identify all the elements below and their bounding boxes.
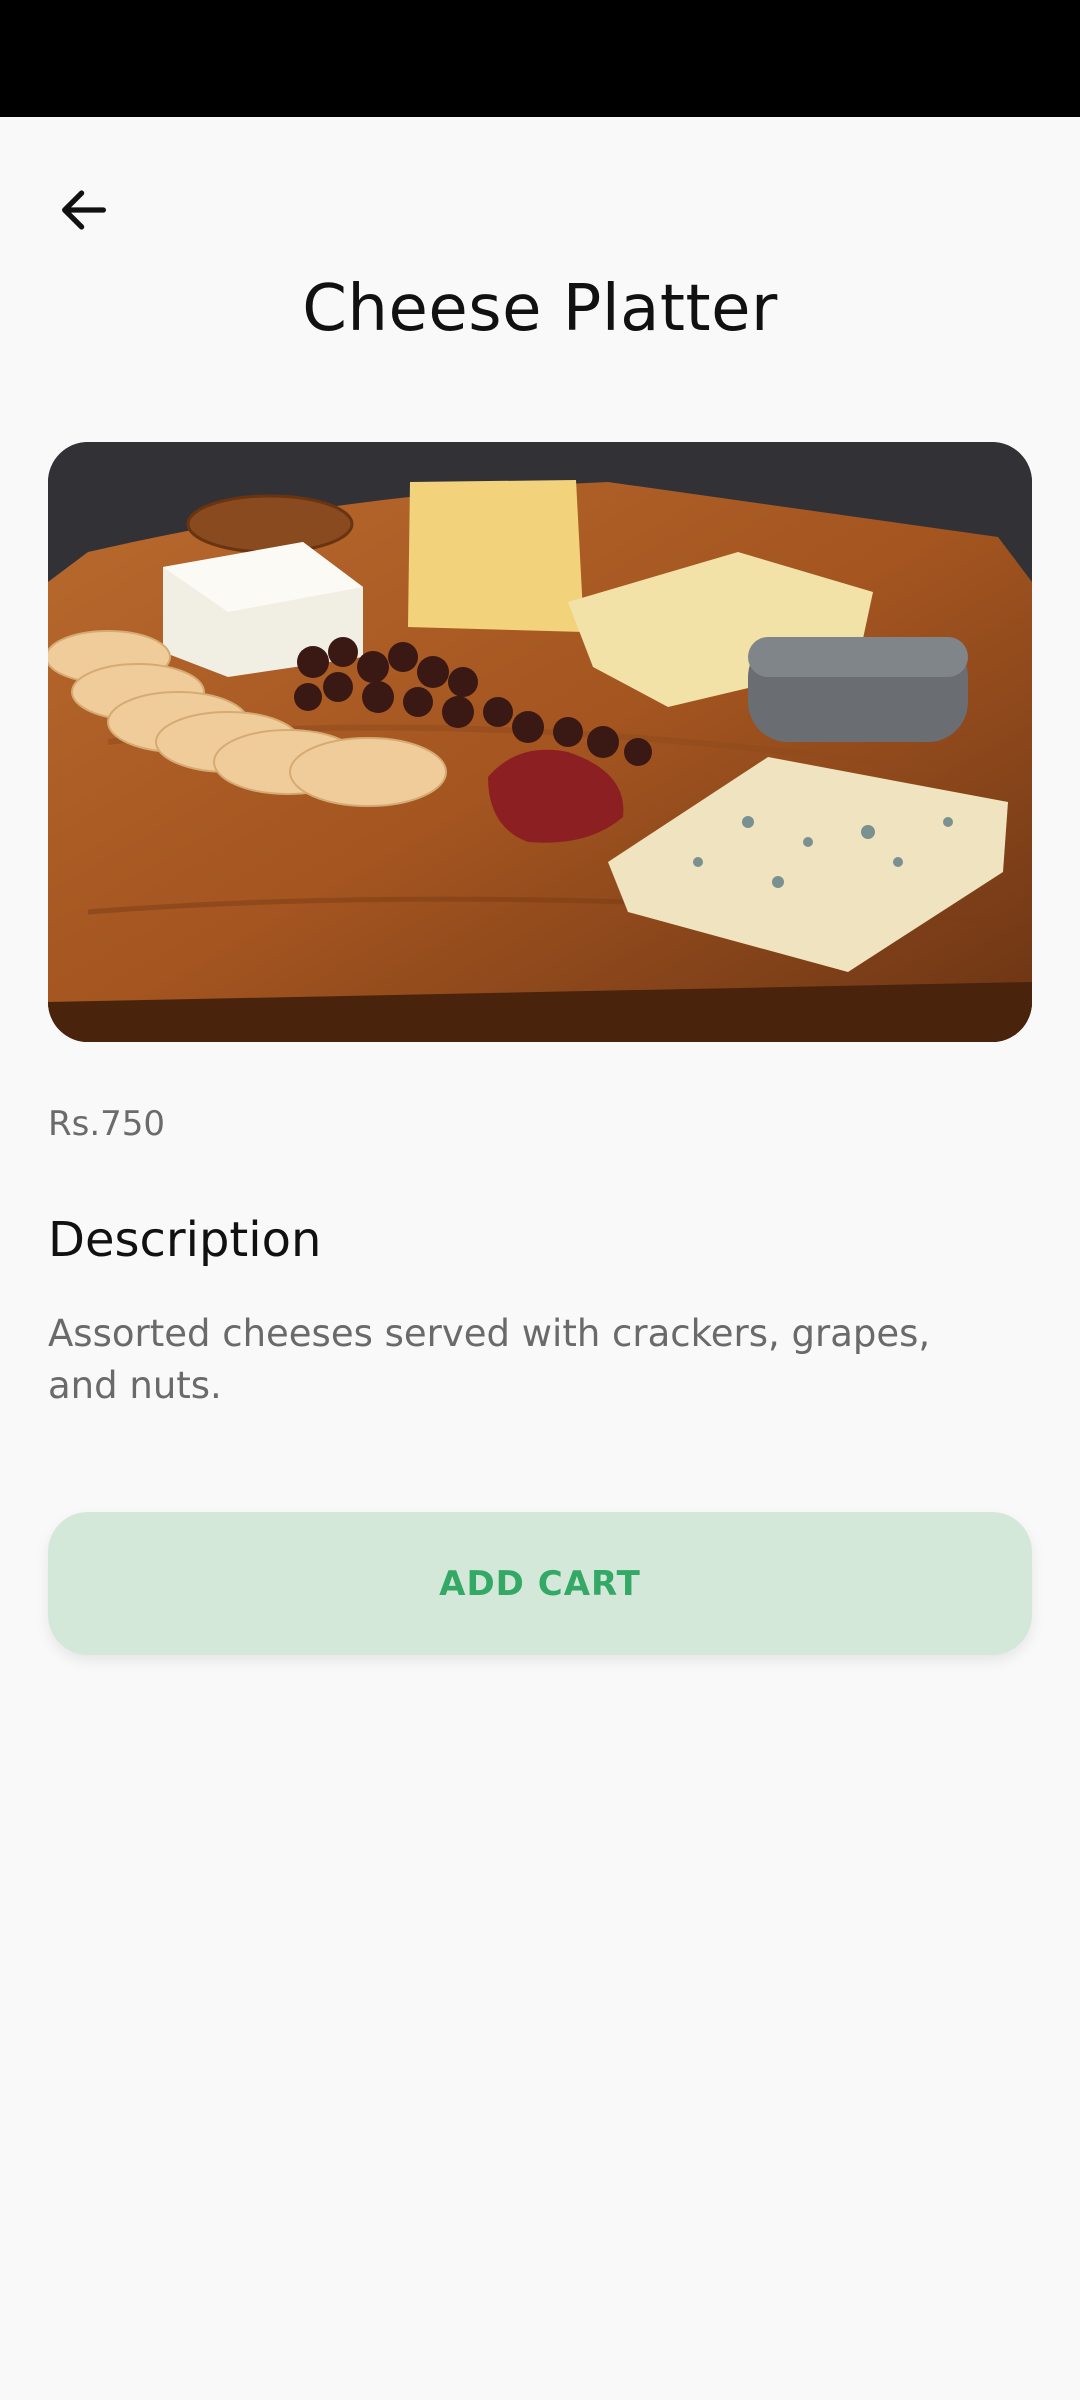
product-image	[48, 442, 1032, 1042]
description-heading: Description	[48, 1212, 322, 1268]
add-cart-button[interactable]: ADD CART	[48, 1512, 1032, 1655]
product-price: Rs.750	[48, 1104, 166, 1144]
page-title: Cheese Platter	[302, 272, 778, 346]
back-button[interactable]	[36, 162, 132, 258]
status-bar	[0, 0, 1080, 117]
cheese-platter-photo	[48, 442, 1032, 1042]
description-text: Assorted cheeses served with crackers, g…	[48, 1312, 931, 1407]
arrow-left-icon	[62, 190, 106, 230]
add-cart-label: ADD CART	[439, 1563, 641, 1604]
